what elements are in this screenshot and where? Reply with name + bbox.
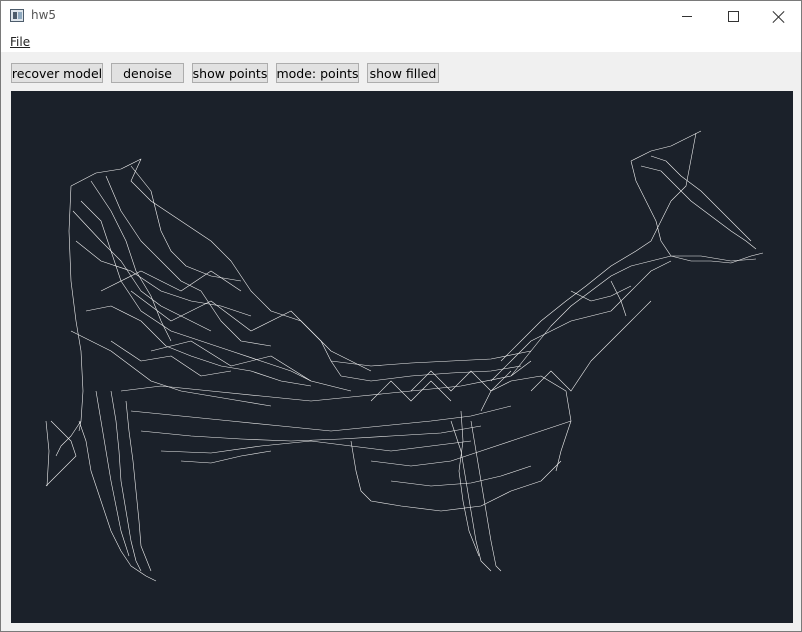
menu-bar: File [1, 32, 801, 52]
wireframe-mesh [45, 130, 764, 582]
mode-toggle-button[interactable]: mode: points [276, 63, 359, 83]
toolbar: recover model denoise show points mode: … [1, 52, 801, 90]
minimize-button[interactable] [664, 1, 710, 32]
app-icon [10, 9, 24, 22]
minimize-icon [682, 16, 692, 17]
close-icon [773, 11, 785, 23]
denoise-button[interactable]: denoise [111, 63, 184, 83]
close-button[interactable] [756, 1, 802, 32]
window-title: hw5 [31, 8, 57, 22]
show-points-button[interactable]: show points [192, 63, 268, 83]
app-window: hw5 File recover model denoise show poin… [0, 0, 802, 632]
title-bar[interactable]: hw5 [1, 1, 801, 32]
show-filled-button[interactable]: show filled [367, 63, 439, 83]
render-viewport[interactable] [11, 91, 793, 623]
maximize-icon [727, 11, 739, 22]
maximize-button[interactable] [710, 1, 756, 32]
menu-file[interactable]: File [10, 35, 30, 49]
recover-model-button[interactable]: recover model [11, 63, 103, 83]
